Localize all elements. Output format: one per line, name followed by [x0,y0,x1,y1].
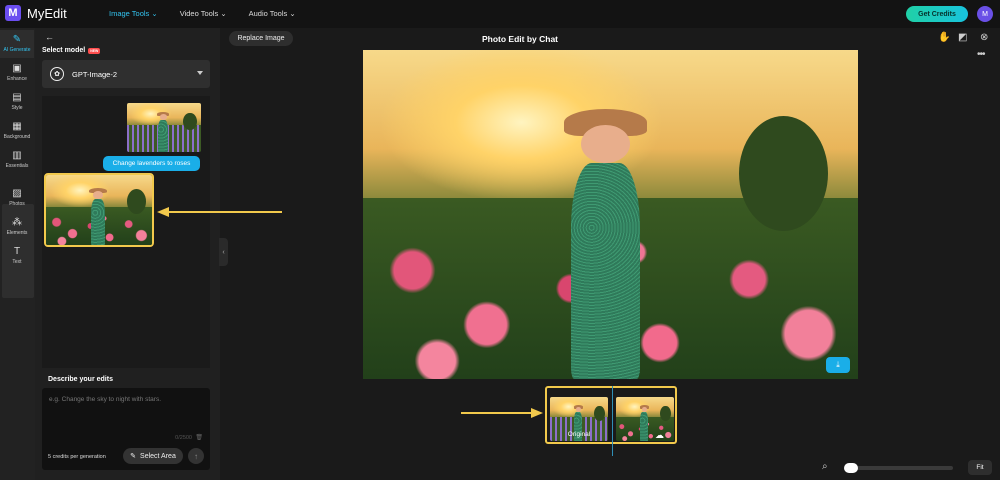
rail-item-elements[interactable]: ⁂ Elements [0,213,34,241]
woman-figure [157,111,170,152]
trash-icon[interactable]: 🗑 [195,434,203,441]
chat-result-image[interactable] [44,173,154,247]
woman-figure [89,187,107,245]
chat-message-bubble: Change lavenders to roses [103,156,200,171]
nav-image-tools[interactable]: Image Tools ⌄ [109,9,158,18]
more-options-icon[interactable]: ••• [977,49,985,60]
rail-item-photos[interactable]: ▨ Photos [0,184,34,212]
roses-photo [46,175,152,245]
new-badge: NEW [88,47,101,54]
chevron-down-icon [197,71,203,75]
rail-item-text[interactable]: T Text [0,242,34,270]
rail-item-enhance[interactable]: ▣ Enhance [0,59,34,87]
describe-placeholder: e.g. Change the sky to night with stars. [49,396,162,403]
describe-label: Describe your edits [48,376,113,383]
char-counter: 0/2500 [175,435,192,441]
main-nav: Image Tools ⌄ Video Tools ⌄ Audio Tools … [109,9,296,18]
select-area-label: Select Area [140,452,176,460]
photo-icon: ▨ [12,188,22,199]
arrow-up-icon: ↑ [194,451,198,461]
annotation-arrow-right [461,412,533,414]
model-select[interactable]: ✿ GPT-Image-2 [42,60,210,88]
lavender-photo [127,103,201,152]
tree [126,189,146,214]
fit-button[interactable]: Fit [968,460,992,475]
chevron-down-icon: ⌄ [151,9,158,18]
chevron-left-icon: ‹ [222,248,225,256]
edited-thumbnail[interactable] [616,397,674,441]
download-icon: ⤓ [836,360,840,369]
annotation-arrow-left [168,211,282,213]
download-button[interactable]: ⤓ [826,357,850,373]
version-strip: Original ☁ [545,386,677,456]
roses-photo [616,397,674,441]
rail-item-background[interactable]: ▦ Background [0,117,34,145]
page-title: Photo Edit by Chat [481,34,559,44]
rail-item-label: Background [3,134,31,140]
rail-item-ai-generate[interactable]: ✎ AI Generate [0,30,34,58]
rail-item-label: Text [12,259,22,265]
tool-rail: ✎ AI Generate ▣ Enhance ▤ Style ▦ Backgr… [0,28,35,480]
nav-video-tools[interactable]: Video Tools ⌄ [180,9,227,18]
avatar[interactable]: M [977,6,993,22]
zoom-slider-knob[interactable] [844,463,858,473]
model-value: GPT-Image-2 [72,69,118,79]
chat-source-image[interactable] [127,103,201,152]
nav-audio-tools[interactable]: Audio Tools ⌄ [249,9,296,18]
cloud-icon[interactable]: ☁ [655,430,664,441]
brush-icon: ✎ [130,453,137,460]
openai-icon: ✿ [50,67,64,81]
chevron-down-icon: ⌄ [220,9,227,18]
text-icon: T [13,246,21,257]
original-label: Original [567,431,591,438]
main-canvas-image[interactable] [363,50,858,379]
style-icon: ▤ [12,92,22,103]
tree [739,115,829,231]
rail-item-label: Elements [6,230,28,236]
select-model-text: Select model [42,47,86,54]
replace-image-button[interactable]: Replace Image [229,31,293,46]
chevron-down-icon: ⌄ [289,9,296,18]
background-icon: ▦ [12,121,22,132]
tree [183,112,197,130]
credits-per-generation: 5 credits per generation [48,454,106,460]
wand-icon: ✎ [12,34,22,45]
top-bar: M MyEdit Image Tools ⌄ Video Tools ⌄ Aud… [0,0,1000,28]
zoom-icon[interactable]: ⌕ [822,461,828,472]
strip-divider [612,386,613,456]
zoom-slider[interactable] [844,463,953,473]
rail-item-label: Photos [9,201,25,207]
compare-icon[interactable]: ◩ [958,32,967,43]
essentials-icon: ▥ [12,150,22,161]
back-arrow-icon[interactable]: ← [45,32,54,42]
nav-image-tools-label: Image Tools [109,9,150,18]
enhance-icon: ▣ [12,63,22,74]
annotation-arrowhead [157,207,169,217]
describe-input[interactable]: e.g. Change the sky to night with stars.… [42,388,210,470]
collapse-panel-button[interactable]: ‹ [219,238,228,266]
select-model-label: Select model NEW [42,47,101,54]
hand-icon[interactable]: ✋ [938,32,950,43]
app-logo[interactable]: M MyEdit [5,5,67,21]
nav-video-tools-label: Video Tools [179,9,219,18]
woman-figure [563,109,648,379]
rail-item-label: Essentials [5,163,29,169]
roses-photo-large [363,50,858,379]
rail-item-label: Enhance [7,76,27,82]
send-button[interactable]: ↑ [188,448,204,464]
rail-item-style[interactable]: ▤ Style [0,88,34,116]
app-name: MyEdit [27,5,67,21]
select-area-button[interactable]: ✎ Select Area [123,448,183,464]
annotation-arrowhead [531,408,543,418]
nav-audio-tools-label: Audio Tools [248,9,288,18]
elements-icon: ⁂ [12,217,22,228]
rail-item-label: Style [11,105,23,111]
rail-item-label: AI Generate [3,47,31,53]
close-icon[interactable]: ⊗ [980,32,988,43]
get-credits-button[interactable]: Get Credits [906,6,968,22]
rail-item-essentials[interactable]: ▥ Essentials [0,146,34,174]
logo-mark: M [5,5,21,21]
